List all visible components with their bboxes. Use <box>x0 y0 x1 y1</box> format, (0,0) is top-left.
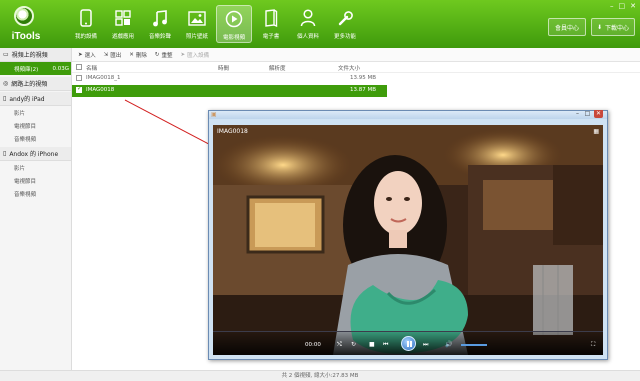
pause-button[interactable] <box>401 336 416 351</box>
shuffle-icon[interactable]: ⤭ <box>337 341 342 349</box>
video-player-window[interactable]: ▣ – □ ✕ IMAG0018 ▦ 00:00 ⤭ ↻ ■ ⏮ ⏭ 🔊 ⛶ <box>208 110 608 360</box>
fullscreen-icon[interactable]: ⛶ <box>591 341 595 349</box>
stop-icon[interactable]: ■ <box>369 341 375 348</box>
video-title: IMAG0018 <box>217 128 248 135</box>
previous-icon[interactable]: ⏮ <box>383 341 388 349</box>
repeat-icon[interactable]: ↻ <box>351 341 356 348</box>
grid-view-icon[interactable]: ▦ <box>593 128 599 135</box>
player-controls: 00:00 ⤭ ↻ ■ ⏮ ⏭ 🔊 ⛶ <box>213 331 603 355</box>
player-app-icon: ▣ <box>211 111 217 118</box>
status-text: 共 2 個視頻, 總大小:27.83 MB <box>281 373 359 379</box>
time-elapsed: 00:00 <box>305 342 321 348</box>
player-titlebar[interactable]: ▣ – □ ✕ <box>209 110 607 119</box>
player-maximize-icon[interactable]: □ <box>583 110 592 118</box>
status-bar: 共 2 個視頻, 總大小:27.83 MB <box>0 370 640 381</box>
player-minimize-icon[interactable]: – <box>573 110 582 118</box>
next-icon[interactable]: ⏭ <box>423 341 428 349</box>
player-close-icon[interactable]: ✕ <box>594 110 603 118</box>
video-frame[interactable]: IMAG0018 ▦ 00:00 ⤭ ↻ ■ ⏮ ⏭ 🔊 ⛶ <box>213 125 603 355</box>
volume-slider[interactable] <box>461 344 487 346</box>
video-scene <box>213 125 603 355</box>
volume-icon[interactable]: 🔊 <box>445 341 452 348</box>
